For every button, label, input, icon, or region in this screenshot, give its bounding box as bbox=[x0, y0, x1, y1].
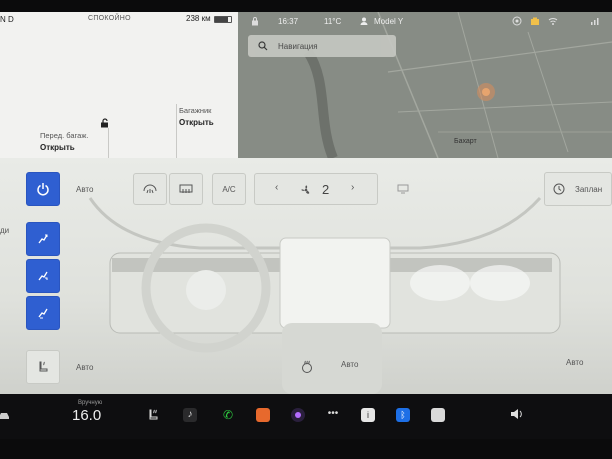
fan-increase-button[interactable]: › bbox=[351, 182, 354, 193]
airflow-feet-icon bbox=[38, 308, 48, 319]
user-icon bbox=[360, 17, 368, 25]
camera-icon[interactable] bbox=[291, 408, 305, 422]
ac-button[interactable]: A/C bbox=[212, 173, 246, 205]
left-seat-heater-button[interactable] bbox=[26, 350, 60, 384]
front-defrost-button[interactable] bbox=[133, 173, 167, 205]
fan-speed-control[interactable]: ‹ 2 › bbox=[254, 173, 378, 205]
drive-mode: СПОКОЙНО bbox=[88, 15, 131, 22]
sentry-icon[interactable] bbox=[512, 16, 522, 26]
music-icon[interactable]: ♪ bbox=[183, 408, 197, 422]
map-roads bbox=[238, 12, 612, 158]
left-seat-auto-button[interactable]: Авто bbox=[76, 363, 93, 372]
audio-icon[interactable] bbox=[256, 408, 270, 422]
power-icon bbox=[37, 183, 49, 196]
schedule-label: Заплан bbox=[575, 184, 603, 194]
status-bar: 16:37 11°C Model Y bbox=[246, 15, 612, 29]
lte-icon bbox=[591, 18, 599, 25]
car-status-panel: N D СПОКОЙНО 238 км Перед. багаж. Открыт… bbox=[0, 12, 238, 158]
screen-mirror-icon[interactable] bbox=[397, 184, 409, 194]
search-icon bbox=[258, 41, 268, 51]
battery-icon bbox=[214, 16, 232, 23]
steering-heater-icon bbox=[302, 360, 312, 373]
trunk-label: Багажник bbox=[179, 106, 212, 115]
gear-indicator: N D bbox=[0, 15, 14, 24]
driver-profile[interactable]: Model Y bbox=[374, 17, 403, 26]
seat-heat-icon[interactable] bbox=[147, 408, 161, 422]
rear-defrost-button[interactable] bbox=[169, 173, 203, 205]
navigation-search[interactable]: Навигация bbox=[248, 35, 396, 57]
trunk-open-button[interactable]: Багажник Открыть bbox=[179, 106, 214, 127]
dashcam-icon[interactable] bbox=[530, 16, 540, 26]
fan-speed-value: 2 bbox=[322, 182, 330, 197]
airflow-body-icon bbox=[38, 271, 48, 281]
clock-icon bbox=[553, 183, 565, 195]
schedule-button[interactable]: Заплан bbox=[544, 172, 612, 206]
search-placeholder: Навигация bbox=[278, 42, 318, 51]
climate-power-button[interactable] bbox=[26, 172, 60, 206]
right-seat-auto-button[interactable]: Авто bbox=[566, 358, 583, 367]
airflow-face-button[interactable] bbox=[26, 222, 60, 256]
ac-label: A/C bbox=[222, 184, 236, 194]
more-icon[interactable]: ••• bbox=[326, 408, 340, 422]
car-icon[interactable] bbox=[0, 410, 10, 420]
airflow-body-button[interactable] bbox=[26, 259, 60, 293]
fan-icon bbox=[301, 185, 310, 194]
frunk-label: Перед. багаж. bbox=[40, 131, 89, 140]
volume-icon[interactable] bbox=[510, 408, 524, 420]
temperature-mode: Вручную bbox=[78, 400, 103, 406]
map-view[interactable] bbox=[238, 12, 612, 158]
center-auto-button[interactable]: Авто bbox=[341, 360, 358, 369]
fan-decrease-button[interactable]: ‹ bbox=[275, 182, 278, 193]
unlock-icon bbox=[101, 118, 108, 128]
phone-icon[interactable]: ✆ bbox=[221, 408, 235, 422]
divider bbox=[108, 128, 109, 158]
airflow-feet-button[interactable] bbox=[26, 296, 60, 330]
frunk-action: Открыть bbox=[40, 143, 75, 152]
trunk-action: Открыть bbox=[179, 118, 214, 127]
climate-panel: Авто A/C ‹ 2 › Заплан ди Авто Авто Авто bbox=[0, 158, 612, 394]
front-defrost-icon bbox=[143, 184, 157, 194]
seat-heater-icon bbox=[39, 361, 48, 372]
lock-icon[interactable] bbox=[250, 16, 260, 26]
frunk-open-button[interactable]: Перед. багаж. Открыть bbox=[40, 131, 88, 152]
rear-defrost-icon bbox=[179, 184, 193, 193]
outside-temperature: 11°C bbox=[324, 17, 342, 26]
center-seat-heater-button[interactable] bbox=[290, 350, 324, 384]
wifi-icon[interactable] bbox=[548, 16, 558, 26]
cabin-temperature[interactable]: 16.0 bbox=[72, 407, 101, 424]
notes-icon[interactable] bbox=[431, 408, 445, 422]
range-readout: 238 км bbox=[186, 14, 211, 23]
bluetooth-icon[interactable]: ᛒ bbox=[396, 408, 410, 422]
info-icon[interactable]: i bbox=[361, 408, 375, 422]
left-zone-label: ди bbox=[0, 226, 10, 235]
divider bbox=[176, 104, 177, 158]
airflow-face-icon bbox=[38, 234, 48, 244]
climate-auto-button[interactable]: Авто bbox=[76, 185, 93, 194]
clock: 16:37 bbox=[278, 17, 299, 26]
map-place-label: Бахарт bbox=[454, 138, 477, 145]
screen: N D СПОКОЙНО 238 км Перед. багаж. Открыт… bbox=[0, 0, 612, 459]
